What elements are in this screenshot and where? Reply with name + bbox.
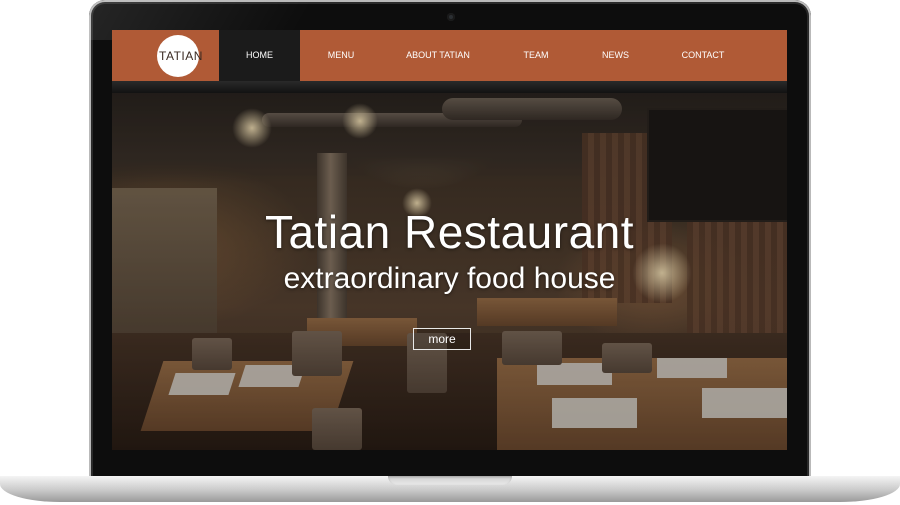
nav-item-news[interactable]: NEWS xyxy=(578,30,653,81)
navbar-shadow xyxy=(112,81,787,93)
hero-subtitle: extraordinary food house xyxy=(283,262,616,295)
main-navbar: TATIAN HOME MENU ABOUT TATIAN TEAM NEWS … xyxy=(112,30,787,81)
nav-item-team[interactable]: TEAM xyxy=(494,30,578,81)
more-button[interactable]: more xyxy=(413,328,471,350)
nav-item-about[interactable]: ABOUT TATIAN xyxy=(382,30,494,81)
brand-logo[interactable]: TATIAN xyxy=(157,35,202,77)
laptop-opening-notch xyxy=(388,476,512,485)
hero-banner: Tatian Restaurant extraordinary food hou… xyxy=(112,93,787,450)
webcam-icon xyxy=(447,13,455,21)
website-screen: TATIAN HOME MENU ABOUT TATIAN TEAM NEWS … xyxy=(112,30,787,450)
nav-item-contact[interactable]: CONTACT xyxy=(653,30,753,81)
brand-logo-text: TATIAN xyxy=(159,49,203,63)
hero-title: Tatian Restaurant xyxy=(264,206,635,258)
nav-item-home[interactable]: HOME xyxy=(219,30,300,81)
nav-item-menu[interactable]: MENU xyxy=(300,30,382,81)
